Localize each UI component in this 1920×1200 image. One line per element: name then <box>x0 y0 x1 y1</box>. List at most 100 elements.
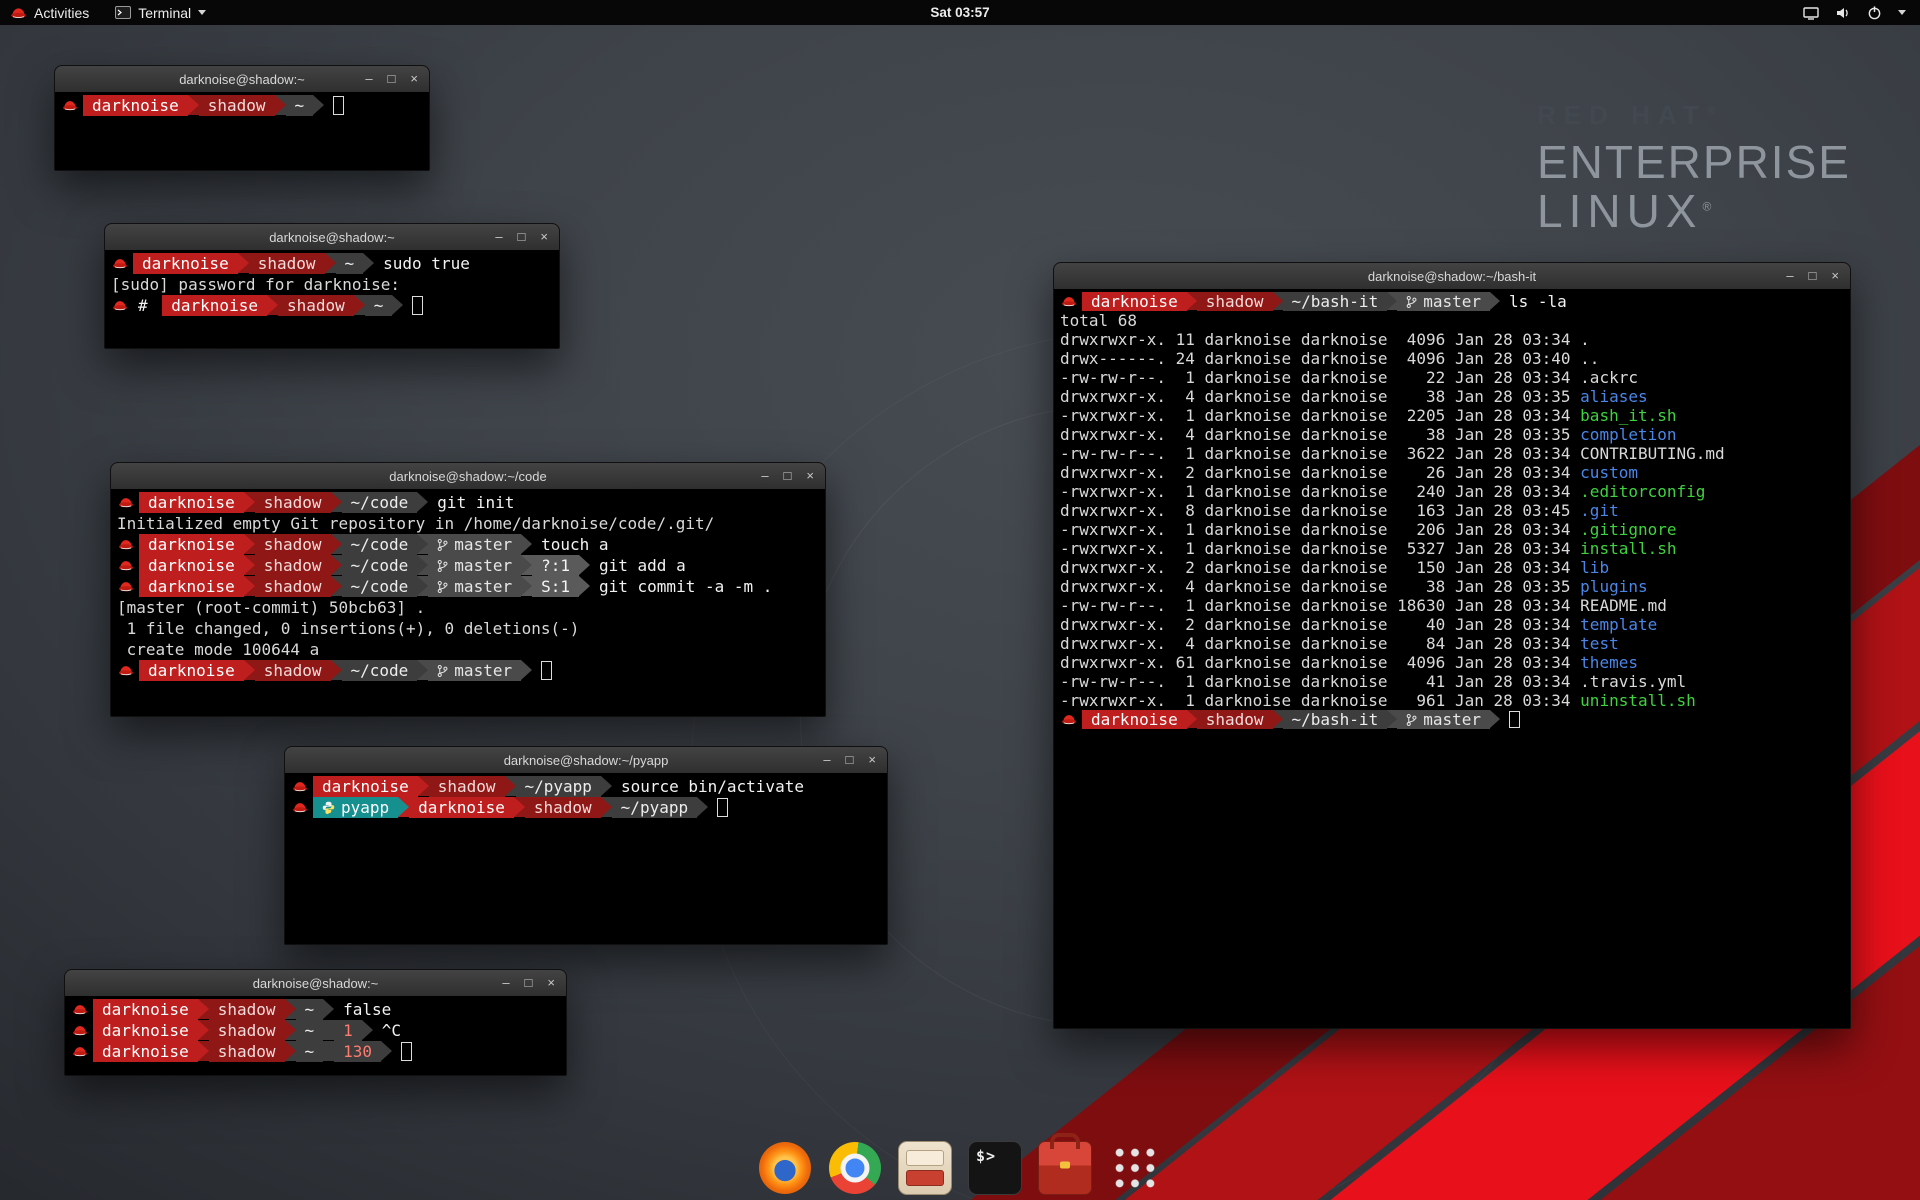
terminal-line: drwx------. 24 darknoise darknoise 4096 … <box>1058 349 1846 368</box>
volume-icon[interactable] <box>1835 6 1851 20</box>
prompt-segment-git: master <box>1397 292 1490 311</box>
redhat-icon <box>118 555 134 576</box>
terminal-content[interactable]: darknoiseshadow~sudo true[sudo] password… <box>105 250 559 348</box>
terminal-line: -rw-rw-r--. 1 darknoise darknoise 3622 J… <box>1058 444 1846 463</box>
window-titlebar[interactable]: darknoise@shadow:~/bash-it – □ × <box>1054 263 1850 290</box>
terminal-line: darknoiseshadow~/codemaster?:1git add a <box>115 555 821 576</box>
terminal-line: -rwxrwxr-x. 1 darknoise darknoise 206 Ja… <box>1058 520 1846 539</box>
prompt-segment-user: darknoise <box>93 1020 198 1041</box>
dock-show-applications[interactable] <box>1107 1140 1163 1196</box>
redhat-icon <box>1061 292 1077 311</box>
window-titlebar[interactable]: darknoise@shadow:~/pyapp – □ × <box>285 747 887 774</box>
command-text: git init <box>437 492 514 513</box>
power-icon[interactable] <box>1867 5 1882 20</box>
powerline-arrow-icon <box>331 576 342 596</box>
prompt-segment-host: shadow <box>1197 710 1273 729</box>
brand-redhat: RED HAT® <box>1537 100 1851 131</box>
terminal-line: -rwxrwxr-x. 1 darknoise darknoise 961 Ja… <box>1058 691 1846 710</box>
powerline-arrow-icon <box>398 797 409 817</box>
dock-firefox[interactable] <box>757 1140 813 1196</box>
terminal-line: Initialized empty Git repository in /hom… <box>115 513 821 534</box>
terminal-output: drwxrwxr-x. 4 darknoise darknoise 84 Jan… <box>1058 634 1580 653</box>
minimize-button[interactable]: – <box>495 224 502 250</box>
minimize-button[interactable]: – <box>365 66 372 92</box>
terminal-output: Initialized empty Git repository in /hom… <box>115 513 714 534</box>
terminal-output: -rwxrwxr-x. 1 darknoise darknoise 206 Ja… <box>1058 520 1580 539</box>
redhat-icon <box>112 253 128 274</box>
activities-button[interactable]: Activities <box>0 0 99 25</box>
redhat-icon <box>118 576 134 597</box>
terminal-icon: $> <box>968 1141 1022 1195</box>
terminal-line: darknoiseshadow~/codemasterS:1git commit… <box>115 576 821 597</box>
minimize-button[interactable]: – <box>823 747 830 773</box>
terminal-content[interactable]: darknoiseshadow~ <box>55 92 429 170</box>
prompt-segment-user: darknoise <box>313 776 418 797</box>
maximize-button[interactable]: □ <box>388 66 396 92</box>
terminal-content[interactable]: darknoiseshadow~/codegit initInitialized… <box>111 489 825 716</box>
terminal-line: drwxrwxr-x. 4 darknoise darknoise 38 Jan… <box>1058 577 1846 596</box>
terminal-content[interactable]: darknoiseshadow~/bash-itmasterls -latota… <box>1054 289 1850 1028</box>
close-button[interactable]: × <box>806 463 814 489</box>
powerline-arrow-icon <box>514 797 525 817</box>
close-button[interactable]: × <box>1831 263 1839 289</box>
close-button[interactable]: × <box>540 224 548 250</box>
terminal-cursor <box>401 1042 412 1061</box>
maximize-button[interactable]: □ <box>1809 263 1817 289</box>
app-menu-terminal[interactable]: Terminal <box>103 0 218 25</box>
close-button[interactable]: × <box>868 747 876 773</box>
maximize-button[interactable]: □ <box>518 224 526 250</box>
redhat-icon <box>118 492 134 513</box>
maximize-button[interactable]: □ <box>525 970 533 996</box>
terminal-line: -rw-rw-r--. 1 darknoise darknoise 18630 … <box>1058 596 1846 615</box>
terminal-content[interactable]: darknoiseshadow~falsedarknoiseshadow~1^C… <box>65 996 566 1075</box>
dock-toolbox[interactable] <box>1037 1140 1093 1196</box>
window-titlebar[interactable]: darknoise@shadow:~/code – □ × <box>111 463 825 490</box>
close-button[interactable]: × <box>410 66 418 92</box>
terminal-output: uninstall.sh <box>1580 691 1696 710</box>
dock-terminal[interactable]: $> <box>967 1140 1023 1196</box>
prompt-segment-path: ~ <box>336 253 364 274</box>
terminal-output: [master (root-commit) 50bcb63] . <box>115 597 425 618</box>
prompt-segment-host: shadow <box>209 1020 285 1041</box>
dock-chrome[interactable] <box>827 1140 883 1196</box>
terminal-output: .git <box>1580 501 1619 520</box>
powerline-arrow-icon <box>1387 292 1397 310</box>
window-titlebar[interactable]: darknoise@shadow:~ – □ × <box>105 224 559 251</box>
maximize-button[interactable]: □ <box>784 463 792 489</box>
window-title: darknoise@shadow:~ <box>105 230 559 245</box>
redhat-icon <box>1061 710 1077 729</box>
chrome-icon <box>829 1142 881 1194</box>
dock-files[interactable] <box>897 1140 953 1196</box>
file-cabinet-icon <box>898 1141 952 1195</box>
terminal-output: drwxrwxr-x. 2 darknoise darknoise 26 Jan… <box>1058 463 1580 482</box>
close-button[interactable]: × <box>547 970 555 996</box>
clock[interactable]: Sat 03:57 <box>930 5 989 20</box>
minimize-button[interactable]: – <box>761 463 768 489</box>
powerline-arrow-icon <box>198 999 209 1019</box>
command-text: sudo true <box>383 253 470 274</box>
powerline-arrow-icon <box>1387 710 1397 728</box>
prompt-segment-path: ~/code <box>342 534 418 555</box>
terminal-output: bash_it.sh <box>1580 406 1676 425</box>
powerline-arrow-icon <box>697 797 708 817</box>
terminal-window-bash-it: darknoise@shadow:~/bash-it – □ × darknoi… <box>1053 262 1851 1029</box>
terminal-output: .editorconfig <box>1580 482 1705 501</box>
window-titlebar[interactable]: darknoise@shadow:~ – □ × <box>65 970 566 997</box>
powerline-arrow-icon <box>1273 292 1283 310</box>
minimize-button[interactable]: – <box>1786 263 1793 289</box>
activities-label: Activities <box>34 5 89 21</box>
terminal-content[interactable]: darknoiseshadow~/pyappsource bin/activat… <box>285 773 887 944</box>
powerline-arrow-icon <box>323 1020 334 1040</box>
terminal-line: -rwxrwxr-x. 1 darknoise darknoise 2205 J… <box>1058 406 1846 425</box>
minimize-button[interactable]: – <box>502 970 509 996</box>
terminal-output: -rw-rw-r--. 1 darknoise darknoise 3622 J… <box>1058 444 1580 463</box>
maximize-button[interactable]: □ <box>846 747 854 773</box>
prompt-segment-host: shadow <box>1197 292 1273 311</box>
system-menu[interactable] <box>1803 0 1920 25</box>
toolbox-icon <box>1038 1141 1092 1195</box>
display-icon[interactable] <box>1803 6 1819 20</box>
window-titlebar[interactable]: darknoise@shadow:~ – □ × <box>55 66 429 93</box>
terminal-output: .travis.yml <box>1580 672 1686 691</box>
prompt-segment-path: ~/code <box>342 492 418 513</box>
powerline-arrow-icon <box>323 1041 334 1061</box>
